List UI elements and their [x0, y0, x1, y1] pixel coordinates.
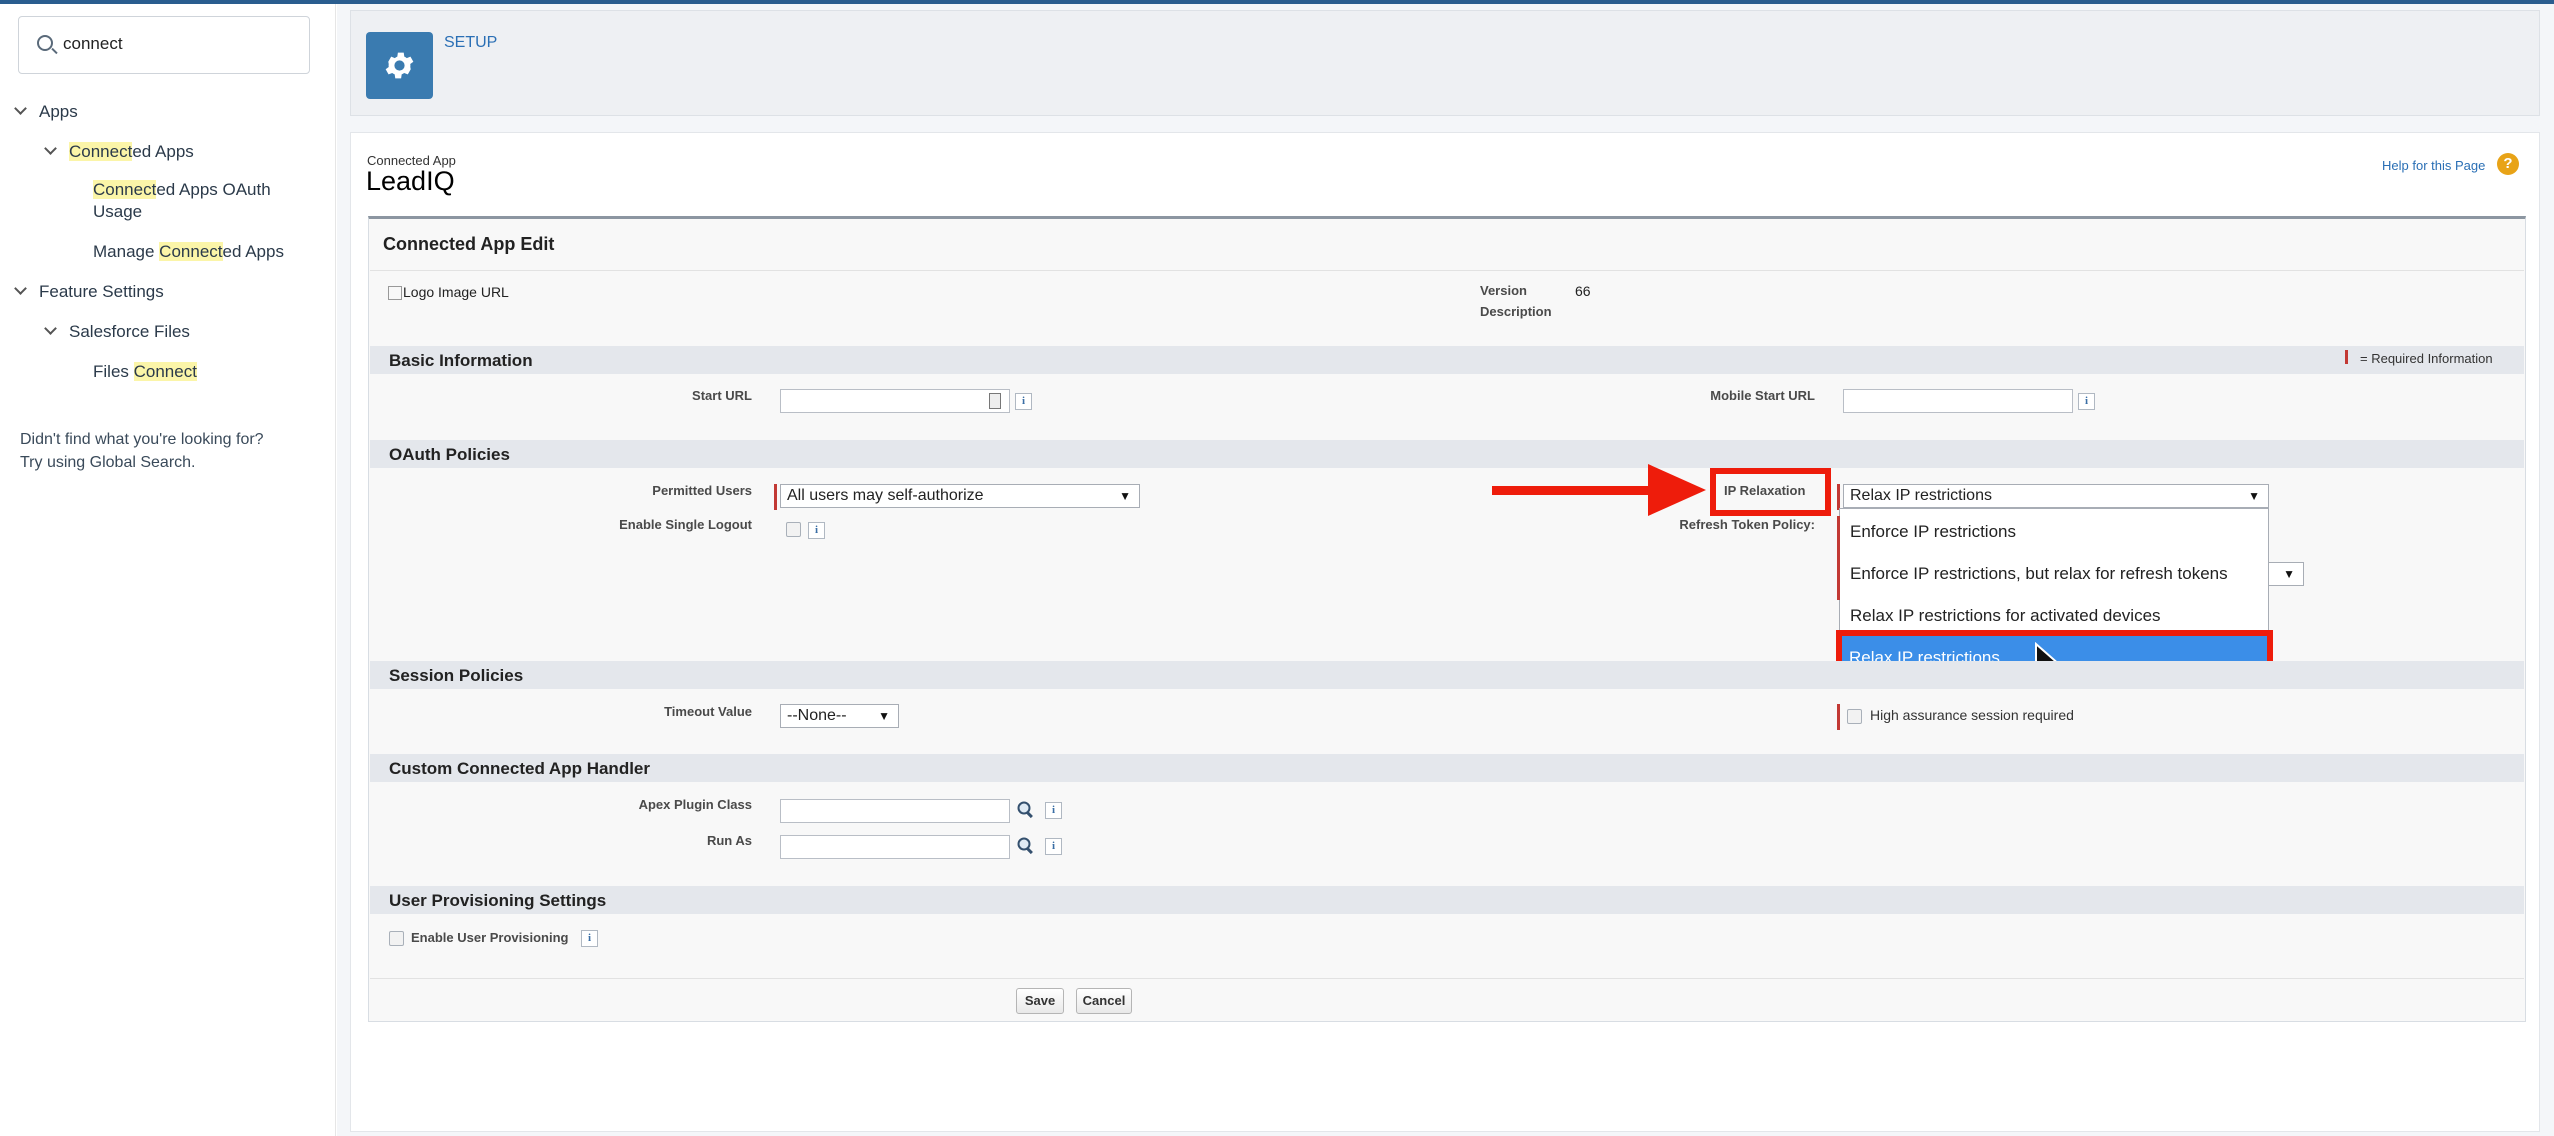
section-user-provisioning: [370, 886, 2524, 914]
option-enforce-ip-relax-refresh[interactable]: Enforce IP restrictions, but relax for r…: [1850, 564, 2228, 584]
option-relax-activated-devices[interactable]: Relax IP restrictions for activated devi…: [1850, 606, 2161, 626]
info-icon[interactable]: i: [581, 930, 598, 947]
quick-find-box[interactable]: [18, 16, 310, 74]
tree-item-apps[interactable]: Apps: [14, 98, 78, 126]
refresh-token-policy-label: Refresh Token Policy:: [1679, 517, 1815, 532]
apex-plugin-class-input[interactable]: [780, 799, 1010, 823]
enable-user-provisioning-checkbox[interactable]: [389, 931, 404, 946]
chevron-down-icon[interactable]: [44, 322, 57, 335]
run-as-input[interactable]: [780, 835, 1010, 859]
section-title-custom-handler: Custom Connected App Handler: [389, 759, 650, 778]
search-icon: [37, 35, 53, 51]
tree-item-connected-apps[interactable]: Connected Apps: [44, 138, 194, 166]
help-for-page-link[interactable]: Help for this Page: [2382, 158, 2485, 173]
divider: [370, 978, 2524, 979]
mobile-start-url-label: Mobile Start URL: [1710, 388, 1815, 403]
required-bar: [774, 484, 777, 510]
section-basic-information: [370, 346, 2524, 374]
dropdown-arrow-icon: ▼: [2283, 567, 2295, 581]
info-icon[interactable]: i: [2078, 393, 2095, 410]
cancel-button[interactable]: Cancel: [1076, 988, 1132, 1014]
section-title-basic-information: Basic Information: [389, 351, 533, 370]
info-icon[interactable]: i: [1015, 393, 1032, 410]
help-icon[interactable]: ?: [2497, 153, 2519, 175]
setup-gear-tile: [366, 32, 433, 99]
divider: [370, 270, 2524, 271]
section-title-user-provisioning: User Provisioning Settings: [389, 891, 607, 910]
section-title-oauth-policies: OAuth Policies: [389, 445, 510, 464]
info-icon[interactable]: i: [808, 522, 825, 539]
section-custom-handler: [370, 754, 2524, 782]
required-bar: [1837, 516, 1840, 600]
setup-label: SETUP: [444, 34, 498, 51]
tree-link-files-connect[interactable]: Files Connect: [93, 361, 197, 383]
mobile-start-url-input[interactable]: [1843, 389, 2073, 413]
lookup-icon[interactable]: [1016, 836, 1036, 856]
field-helper-icon[interactable]: [989, 393, 1001, 409]
not-found-hint: Didn't find what you're looking for? Try …: [20, 431, 264, 471]
page-title: LeadIQ: [366, 166, 455, 196]
permitted-users-label: Permitted Users: [652, 483, 752, 498]
red-arrow-icon: [1492, 464, 1706, 516]
info-icon[interactable]: i: [1045, 802, 1062, 819]
required-note: = Required Information: [2360, 351, 2493, 366]
info-icon[interactable]: i: [1045, 838, 1062, 855]
dropdown-arrow-icon: ▼: [1119, 489, 1131, 503]
setup-header-card: [350, 10, 2540, 116]
required-bar: [1837, 484, 1840, 510]
required-bar: [1837, 704, 1840, 730]
dropdown-arrow-icon: ▼: [2248, 489, 2260, 503]
timeout-value-select[interactable]: --None-- ▼: [780, 704, 899, 728]
section-title-session-policies: Session Policies: [389, 666, 524, 685]
description-label: Description: [1480, 304, 1552, 319]
high-assurance-label: High assurance session required: [1870, 707, 2074, 723]
version-label: Version: [1480, 283, 1527, 298]
run-as-label: Run As: [706, 833, 752, 848]
ip-relaxation-select[interactable]: Relax IP restrictions ▼: [1843, 484, 2269, 508]
permitted-users-select[interactable]: All users may self-authorize ▼: [780, 484, 1140, 508]
tree-item-feature-settings[interactable]: Feature Settings: [14, 278, 164, 306]
edit-panel-heading: Connected App Edit: [383, 234, 555, 254]
tree-link-connected-apps-oauth-usage[interactable]: Connected Apps OAuth Usage: [93, 179, 271, 223]
timeout-value-label: Timeout Value: [664, 704, 752, 719]
chevron-down-icon[interactable]: [14, 282, 27, 295]
high-assurance-checkbox[interactable]: [1847, 709, 1862, 724]
section-session-policies: [370, 661, 2524, 689]
enable-user-provisioning-label: Enable User Provisioning: [411, 930, 569, 945]
start-url-label: Start URL: [692, 388, 752, 403]
gear-icon: [385, 52, 414, 79]
section-oauth-policies: [370, 440, 2524, 468]
quick-find-input[interactable]: [63, 29, 293, 59]
enable-single-logout-label: Enable Single Logout: [619, 517, 752, 532]
required-marker: [2345, 350, 2348, 364]
enable-single-logout-checkbox[interactable]: [786, 522, 801, 537]
save-button[interactable]: Save: [1016, 988, 1064, 1014]
apex-plugin-class-label: Apex Plugin Class: [638, 797, 752, 812]
chevron-down-icon[interactable]: [14, 102, 27, 115]
logo-image: Logo Image URL: [388, 284, 509, 301]
dropdown-arrow-icon: ▼: [878, 709, 890, 723]
ip-relaxation-label: IP Relaxation: [1724, 483, 1806, 498]
setup-sidebar: [0, 4, 336, 1136]
start-url-input[interactable]: [780, 389, 1010, 413]
tree-item-salesforce-files[interactable]: Salesforce Files: [44, 318, 190, 346]
chevron-down-icon[interactable]: [44, 142, 57, 155]
version-value: 66: [1575, 283, 1591, 299]
option-enforce-ip[interactable]: Enforce IP restrictions: [1850, 522, 2016, 542]
tree-link-manage-connected-apps[interactable]: Manage Connected Apps: [93, 241, 284, 263]
broken-image-icon: [388, 286, 402, 301]
lookup-icon[interactable]: [1016, 800, 1036, 820]
